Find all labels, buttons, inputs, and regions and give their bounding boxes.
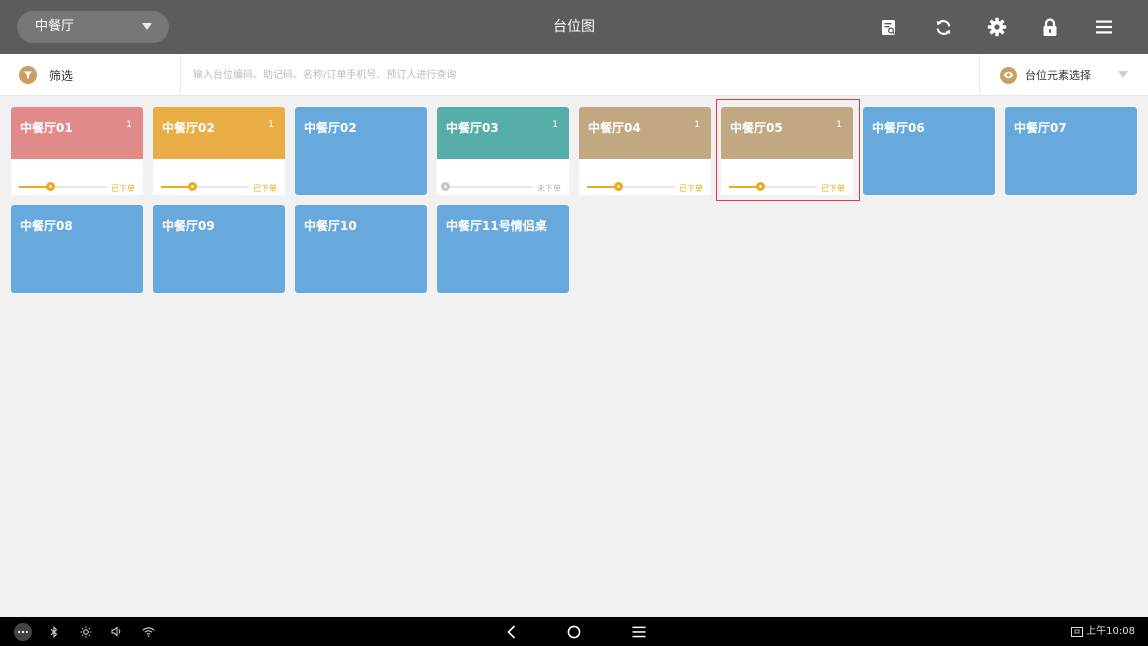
order-progress-knob [614,182,623,191]
eye-icon [1000,66,1017,84]
order-progress-knob [46,182,55,191]
more-icon[interactable] [12,617,34,646]
system-clock: 上午10:08 [1086,626,1135,637]
guest-count: 1 [126,120,132,130]
guest-count: 1 [552,120,558,130]
bluetooth-icon[interactable] [46,617,62,646]
home-icon[interactable] [563,617,585,646]
wifi-icon[interactable] [139,617,157,646]
table-card[interactable]: 中餐厅08 [11,205,143,293]
table-card[interactable]: 中餐厅09 [153,205,285,293]
filter-button[interactable]: 筛选 [0,54,180,96]
table-card[interactable]: 中餐厅02 [295,107,427,195]
search-input[interactable] [180,54,980,96]
table-name: 中餐厅05 [730,121,783,135]
back-icon[interactable] [500,617,522,646]
table-card[interactable]: 中餐厅02 1 已下单 [153,107,285,195]
table-name: 中餐厅02 [162,121,215,135]
volume-icon[interactable] [108,617,126,646]
order-status: 未下单 [537,184,561,193]
table-card[interactable]: 中餐厅03 1 未下单 [437,107,569,195]
order-progress-track [445,186,533,188]
element-select-label: 台位元素选择 [1025,69,1091,82]
guest-count: 1 [268,120,274,130]
order-status: 已下单 [821,184,845,193]
order-status: 已下单 [679,184,703,193]
table-card[interactable]: 中餐厅05 1 已下单 [721,107,853,195]
page-title: 台位图 [553,19,595,35]
element-select-dropdown[interactable]: 台位元素选择 [981,54,1148,96]
table-name: 中餐厅04 [588,121,641,135]
table-name: 中餐厅02 [304,121,357,135]
table-card[interactable]: 中餐厅11号情侣桌 [437,205,569,293]
table-name: 中餐厅08 [20,219,73,233]
lock-icon[interactable] [1037,14,1063,40]
top-bar: 中餐厅 台位图 [0,0,1148,54]
order-progress-knob [188,182,197,191]
screen-icon[interactable] [1068,617,1086,646]
order-status: 已下单 [253,184,277,193]
order-query-icon[interactable] [876,14,902,40]
table-card[interactable]: 中餐厅01 1 已下单 [11,107,143,195]
table-name: 中餐厅03 [446,121,499,135]
table-name: 中餐厅07 [1014,121,1067,135]
hall-select-value: 中餐厅 [35,19,75,34]
menu-icon[interactable] [1091,14,1117,40]
table-name: 中餐厅01 [20,121,73,135]
dropdown-caret-icon [142,23,152,30]
recents-icon[interactable] [628,617,650,646]
filter-label: 筛选 [49,68,74,83]
gear-icon[interactable] [984,14,1010,40]
order-status: 已下单 [111,184,135,193]
funnel-icon [19,66,37,84]
refresh-icon[interactable] [930,14,956,40]
system-nav-bar: 上午10:08 [0,617,1148,646]
table-name: 中餐厅09 [162,219,215,233]
table-name: 中餐厅10 [304,219,357,233]
table-name: 中餐厅06 [872,121,925,135]
table-card[interactable]: 中餐厅10 [295,205,427,293]
hall-select-dropdown[interactable]: 中餐厅 [17,11,169,43]
filter-bar: 筛选 台位元素选择 [0,54,1148,96]
guest-count: 1 [836,120,842,130]
table-card[interactable]: 中餐厅07 [1005,107,1137,195]
table-card[interactable]: 中餐厅04 1 已下单 [579,107,711,195]
brightness-icon[interactable] [77,617,95,646]
order-progress-knob [756,182,765,191]
dropdown-caret-icon [1118,71,1128,78]
order-progress-knob [441,182,450,191]
table-card[interactable]: 中餐厅06 [863,107,995,195]
guest-count: 1 [694,120,700,130]
table-name: 中餐厅11号情侣桌 [446,219,547,233]
